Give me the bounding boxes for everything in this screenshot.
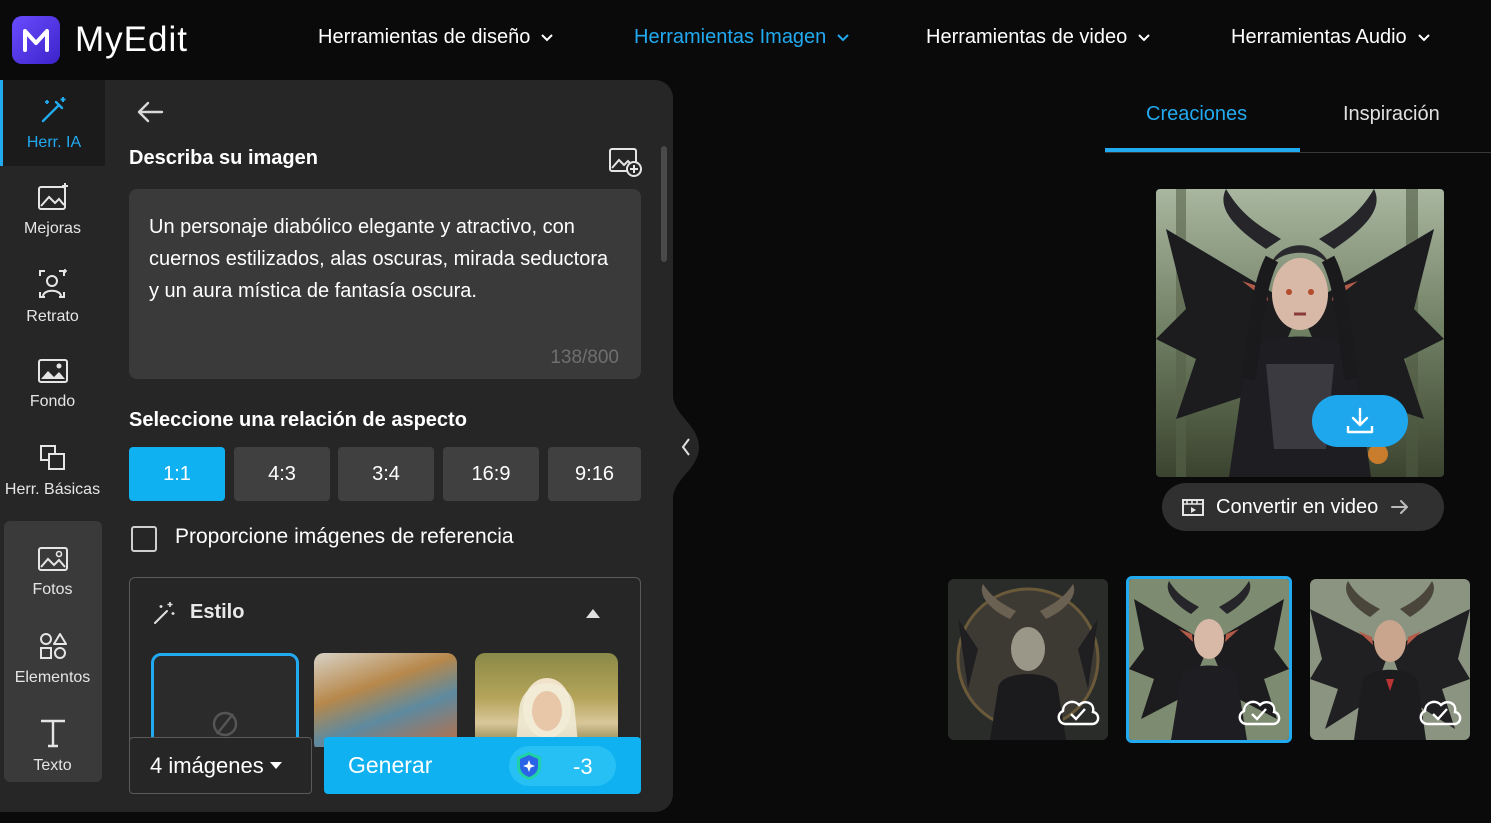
chevron-down-icon xyxy=(1138,33,1150,41)
aspect-ratio-1-1-button[interactable]: 1:1 xyxy=(129,447,225,501)
cloud-saved-icon xyxy=(1057,700,1100,726)
credit-cost-badge: -3 xyxy=(509,746,616,786)
tab-creations[interactable]: Creaciones xyxy=(1146,103,1247,126)
left-sidebar: Herr. IA Mejoras Retrato Fondo Herr. Bás… xyxy=(0,80,105,812)
aspect-ratio-16-9-button[interactable]: 16:9 xyxy=(443,447,539,501)
style-section: Estilo xyxy=(129,577,641,747)
aspect-ratio-3-4-button[interactable]: 3:4 xyxy=(338,447,434,501)
prompt-text: Un personaje diabólico elegante y atract… xyxy=(149,216,609,302)
sidebar-item-elements[interactable]: Elementos xyxy=(0,616,105,702)
background-icon xyxy=(37,359,68,383)
panel-scrollbar[interactable] xyxy=(661,146,667,262)
prompt-textarea[interactable]: Un personaje diabólico elegante y atract… xyxy=(129,189,641,379)
sidebar-item-basic-tools[interactable]: Herr. Básicas xyxy=(0,428,105,514)
credit-shield-icon xyxy=(517,752,541,780)
download-icon xyxy=(1346,407,1374,434)
generate-button[interactable]: Generar -3 xyxy=(324,737,641,794)
describe-title: Describa su imagen xyxy=(129,147,318,169)
sidebar-item-label: Retrato xyxy=(26,308,79,325)
cloud-saved-icon xyxy=(1238,700,1281,726)
style-photo-portrait-option[interactable] xyxy=(475,653,618,747)
back-arrow-icon[interactable] xyxy=(135,100,165,124)
sidebar-item-enhance[interactable]: Mejoras xyxy=(0,167,105,253)
crop-icon xyxy=(39,445,65,470)
result-thumbnail-1[interactable] xyxy=(948,579,1108,740)
nav-design-tools-label: Herramientas de diseño xyxy=(318,26,531,48)
portrait-icon xyxy=(38,269,67,298)
top-navigation-bar: MyEdit Herramientas de diseño Herramient… xyxy=(0,0,1491,80)
nav-design-tools[interactable]: Herramientas de diseño xyxy=(318,26,554,49)
no-style-icon xyxy=(212,711,238,737)
reference-images-label: Proporcione imágenes de referencia xyxy=(175,525,514,548)
nav-image-tools-label: Herramientas Imagen xyxy=(634,26,827,48)
nav-image-tools[interactable]: Herramientas Imagen xyxy=(634,26,850,49)
magic-wand-icon xyxy=(154,602,175,624)
active-tab-indicator xyxy=(1105,148,1300,152)
magic-wand-icon xyxy=(41,97,66,123)
text-icon xyxy=(40,719,65,748)
chevron-down-icon xyxy=(541,33,554,41)
add-image-icon[interactable] xyxy=(608,147,642,177)
ai-generator-panel: Describa su imagen Un personaje diabólic… xyxy=(105,80,673,812)
tabs-divider xyxy=(1105,152,1491,153)
sidebar-item-label: Mejoras xyxy=(24,220,81,237)
download-button[interactable] xyxy=(1312,395,1408,447)
nav-video-tools[interactable]: Herramientas de video xyxy=(926,26,1151,49)
myedit-logo-icon[interactable] xyxy=(12,16,60,64)
collapse-panel-handle[interactable] xyxy=(673,395,699,499)
image-count-label: 4 imágenes xyxy=(150,752,264,778)
sidebar-item-background[interactable]: Fondo xyxy=(0,341,105,427)
app-name[interactable]: MyEdit xyxy=(75,20,188,60)
caret-down-icon xyxy=(269,762,282,769)
sidebar-item-photos[interactable]: Fotos xyxy=(0,529,105,615)
image-enhance-icon xyxy=(37,183,68,210)
image-count-dropdown[interactable]: 4 imágenes xyxy=(129,737,312,794)
convert-to-video-label: Convertir en video xyxy=(1216,495,1379,518)
aspect-ratio-title: Seleccione una relación de aspecto xyxy=(129,409,467,431)
sidebar-item-label: Texto xyxy=(33,757,72,774)
reference-images-checkbox[interactable] xyxy=(131,526,157,552)
chevron-down-icon xyxy=(1417,33,1430,41)
aspect-ratio-9-16-button[interactable]: 9:16 xyxy=(548,447,641,501)
result-thumbnail-3[interactable] xyxy=(1310,579,1470,740)
photos-icon xyxy=(37,547,68,571)
sidebar-item-label: Fotos xyxy=(32,581,73,598)
nav-audio-tools-label: Herramientas Audio xyxy=(1231,26,1407,48)
convert-to-video-button[interactable]: Convertir en video xyxy=(1162,483,1444,531)
video-convert-icon xyxy=(1182,499,1204,516)
style-title: Estilo xyxy=(190,601,245,623)
sidebar-item-portrait[interactable]: Retrato xyxy=(0,254,105,340)
sidebar-item-text[interactable]: Texto xyxy=(0,703,105,789)
generate-label: Generar xyxy=(348,752,433,778)
sidebar-item-label: Elementos xyxy=(14,669,91,686)
sidebar-item-ai-tools[interactable]: Herr. IA xyxy=(0,80,105,166)
aspect-ratio-4-3-button[interactable]: 4:3 xyxy=(234,447,330,501)
sidebar-item-label: Herr. Básicas xyxy=(4,481,101,498)
sidebar-item-label: Herr. IA xyxy=(26,134,82,151)
nav-audio-tools[interactable]: Herramientas Audio xyxy=(1231,26,1431,49)
shapes-icon xyxy=(39,633,67,659)
credit-cost: -3 xyxy=(573,754,593,779)
chevron-down-icon xyxy=(837,33,850,41)
sidebar-item-label: Fondo xyxy=(29,393,76,410)
style-fantasy-art-option[interactable] xyxy=(314,653,457,747)
arrow-right-icon xyxy=(1391,500,1409,514)
collapse-style-caret-icon[interactable] xyxy=(586,609,600,618)
nav-video-tools-label: Herramientas de video xyxy=(926,26,1128,48)
character-count: 138/800 xyxy=(550,347,619,368)
tab-inspiration[interactable]: Inspiración xyxy=(1343,103,1440,126)
portrait-thumbnail-image xyxy=(515,678,579,747)
style-none-option[interactable] xyxy=(151,653,299,747)
cloud-saved-icon xyxy=(1419,700,1462,726)
result-thumbnail-2[interactable] xyxy=(1126,576,1292,743)
